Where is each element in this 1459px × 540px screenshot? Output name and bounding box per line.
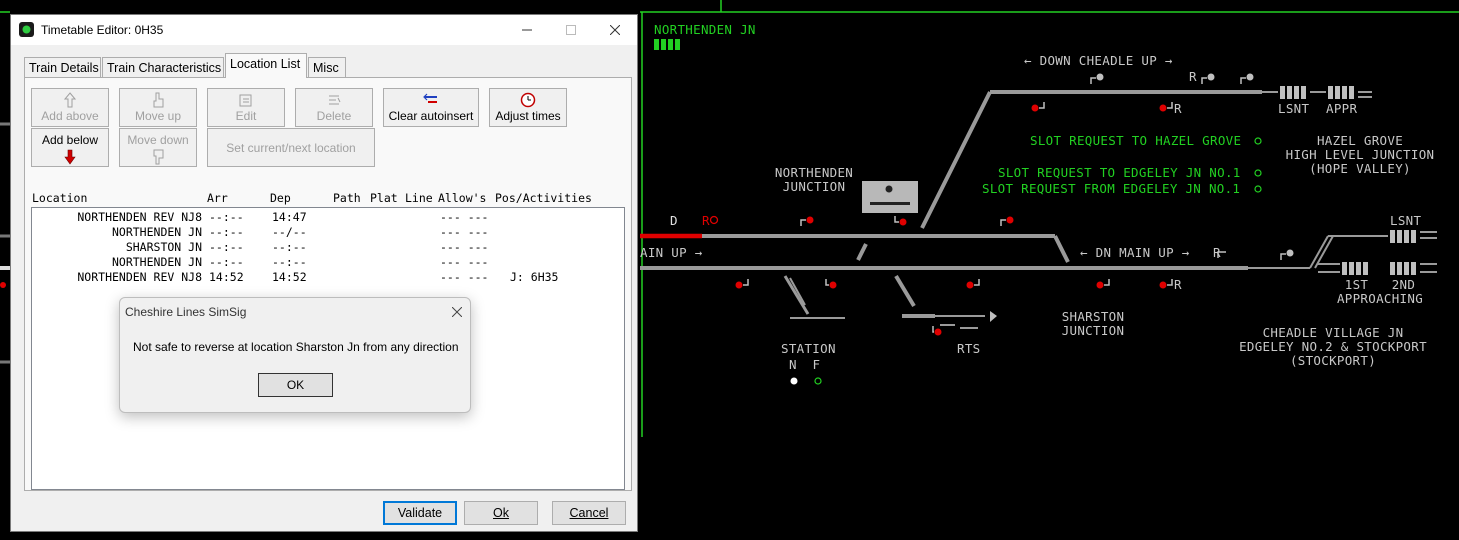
label-sharston-junction: SHARSTON JUNCTION [1061,309,1125,338]
label-r-red: R [702,213,710,228]
col-plat: Plat [370,191,398,205]
edit-button[interactable]: Edit [207,88,285,127]
cell-allows: --- --- [440,270,489,284]
cell-allows: --- --- [440,225,489,239]
slot-request-from-edgeley[interactable]: SLOT REQUEST FROM EDGELEY JN NO.1 [982,182,1240,196]
cell-arr: --:-- [209,225,244,239]
label-approaching: 1ST 2ND APPROACHING [1336,277,1424,306]
dialog-title: Cheshire Lines SimSig [125,305,247,319]
slot-request-hazel-grove[interactable]: SLOT REQUEST TO HAZEL GROVE [1030,134,1241,148]
window-title: Timetable Editor: 0H35 [41,23,164,37]
dialog-ok-button[interactable]: OK [258,373,333,397]
cell-location: NORTHENDEN JN [111,255,202,269]
tab-train-details[interactable]: Train Details [24,57,101,77]
clock-icon [520,92,536,108]
minimize-button[interactable] [505,15,549,45]
cell-dep: --:-- [272,255,307,269]
hand-up-icon [153,92,164,108]
col-location: Location [32,191,88,205]
col-path: Path [333,191,361,205]
table-row[interactable]: NORTHENDEN REV NJ8 14:52 14:52 --- --- J: 6H… [32,270,622,285]
tab-train-characteristics[interactable]: Train Characteristics [102,57,224,77]
label-dn-main-up: ← DN MAIN UP → [1080,245,1190,260]
tab-misc[interactable]: Misc [308,57,346,77]
label-r-top2: R [1174,101,1182,116]
label-northenden-junction: NORTHENDEN JUNCTION [774,165,854,194]
close-icon [610,25,620,35]
delete-icon [329,95,341,105]
label-appr-top: APPR [1326,101,1358,116]
hand-down-icon [153,149,164,165]
clear-autoinsert-icon [423,93,437,103]
cancel-button[interactable]: Cancel [552,501,626,525]
maximize-button[interactable] [549,15,593,45]
edit-icon [239,94,252,107]
label-r-right: R [1213,245,1221,260]
table-row[interactable]: NORTHENDEN JN --:-- --/-- --- --- [32,225,622,240]
col-dep: Dep [270,191,291,205]
timetable-editor-window[interactable]: Timetable Editor: 0H35 Train Details Tra… [10,14,638,532]
dialog-message: Not safe to reverse at location Sharston… [133,340,459,354]
label-d: D [670,213,678,228]
cell-location: NORTHENDEN JN [111,225,202,239]
cell-dep: --:-- [272,240,307,254]
cell-location: SHARSTON JN [125,240,202,254]
label-main-up: AIN UP → [640,245,703,260]
label-down-cheadle-up: ← DOWN CHEADLE UP → [1024,53,1173,68]
cell-dep: 14:47 [272,210,307,224]
col-allows: Allow's [438,191,487,205]
set-current-next-location-button[interactable]: Set current/next location [207,128,375,167]
cell-arr: 14:52 [209,270,244,284]
close-icon [451,306,463,318]
cell-arr: --:-- [209,210,244,224]
warning-dialog[interactable]: Cheshire Lines SimSig Not safe to revers… [119,297,471,413]
arrow-down-red-icon [64,149,76,165]
cell-allows: --- --- [440,255,489,269]
move-up-button[interactable]: Move up [119,88,197,127]
col-line: Line [405,191,433,205]
dialog-close-button[interactable] [451,301,463,322]
cell-allows: --- --- [440,210,489,224]
table-row[interactable]: SHARSTON JN --:-- --:-- --- --- [32,240,622,255]
cell-location: NORTHENDEN REV NJ8 [77,210,202,224]
table-row[interactable]: NORTHENDEN REV NJ8 --:-- 14:47 --- --- [32,210,622,225]
label-station-nf: N F [789,357,821,372]
col-pos-activities: Pos/Activities [495,191,592,205]
app-icon [19,22,34,37]
cell-activities: J: 6H35 [510,270,559,284]
label-hazel-grove: HAZEL GROVE HIGH LEVEL JUNCTION (HOPE VA… [1285,133,1435,176]
cell-dep: 14:52 [272,270,307,284]
close-button[interactable] [593,15,637,45]
add-above-button[interactable]: Add above [31,88,109,127]
cell-arr: --:-- [209,240,244,254]
cell-location: NORTHENDEN REV NJ8 [77,270,202,284]
arrow-up-icon [64,92,76,108]
delete-button[interactable]: Delete [295,88,373,127]
add-below-button[interactable]: Add below [31,128,109,167]
location-list-panel: Add above Add below Move up Move down Ed… [24,77,632,491]
move-down-button[interactable]: Move down [119,128,197,167]
adjust-times-button[interactable]: Adjust times [489,88,567,127]
cell-dep: --/-- [272,225,307,239]
label-lsnt-top: LSNT [1278,101,1310,116]
label-r-top: R [1189,69,1197,84]
tab-location-list[interactable]: Location List [225,53,307,78]
label-rts: RTS [957,341,981,356]
title-bar[interactable]: Timetable Editor: 0H35 [11,15,637,45]
cell-allows: --- --- [440,240,489,254]
validate-button[interactable]: Validate [383,501,457,525]
label-lsnt-right: LSNT [1390,213,1422,228]
slot-request-to-edgeley[interactable]: SLOT REQUEST TO EDGELEY JN NO.1 [998,166,1241,180]
label-station: STATION [781,341,836,356]
clear-autoinsert-button[interactable]: Clear autoinsert [383,88,479,127]
cell-arr: --:-- [209,255,244,269]
label-cheadle-village: CHEADLE VILLAGE JN EDGELEY NO.2 & STOCKP… [1239,325,1427,368]
table-row[interactable]: NORTHENDEN JN --:-- --:-- --- --- [32,255,622,270]
ok-button[interactable]: Ok [464,501,538,525]
col-arr: Arr [207,191,228,205]
label-r-lower: R [1174,277,1182,292]
area-title: NORTHENDEN JN [654,22,756,37]
